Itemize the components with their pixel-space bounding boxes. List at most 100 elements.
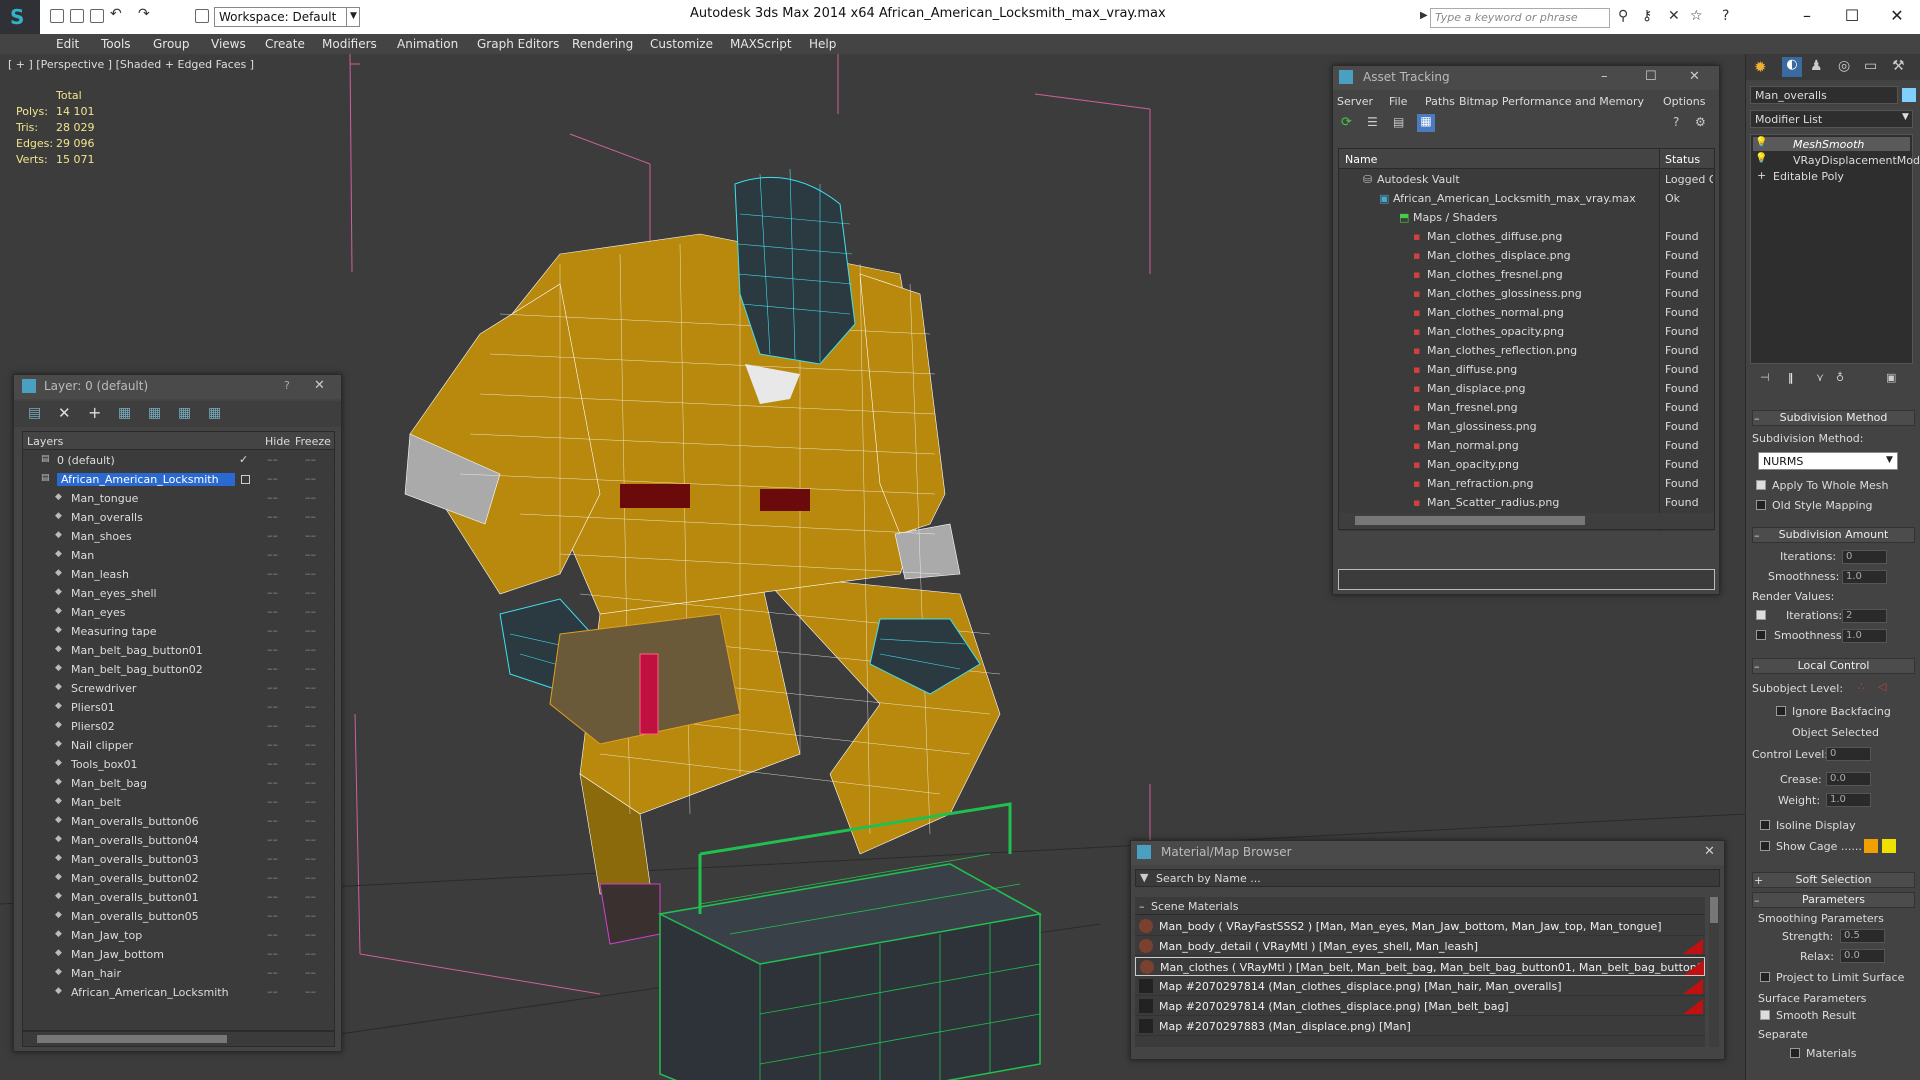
material-row[interactable]: Man_clothes ( VRayMtl ) [Man_belt, Man_b… (1135, 957, 1705, 976)
delete-icon[interactable]: ✕ (58, 404, 71, 422)
show-end-result-icon[interactable]: ‖ (1788, 371, 1794, 384)
list-view-icon[interactable]: ☰ (1367, 115, 1378, 129)
ignore-backfacing-checkbox[interactable] (1776, 706, 1786, 716)
asset-row[interactable]: ▪ Man_refraction.png Found (1339, 474, 1714, 493)
hide-toggle[interactable]: –– (267, 814, 278, 827)
layer-row[interactable]: ◆ Man_overalls_button06 –– –– (23, 812, 334, 831)
asset-row[interactable]: ▪ Man_clothes_displace.png Found (1339, 246, 1714, 265)
separate-materials-checkbox[interactable] (1790, 1048, 1800, 1058)
create-tab-icon[interactable]: ✹ (1754, 58, 1767, 76)
asset-row[interactable]: ▪ Man_Scatter_radius.png Found (1339, 493, 1714, 512)
rollout-subdivision-amount[interactable]: Subdivision Amount (1752, 527, 1915, 543)
cage-color-swatch[interactable] (1864, 839, 1878, 853)
menu-graph-editors[interactable]: Graph Editors (477, 37, 559, 51)
modify-tab-icon[interactable]: ◐ (1782, 57, 1802, 77)
rollout-soft-selection[interactable]: Soft Selection (1752, 872, 1915, 888)
hide-toggle[interactable]: –– (267, 871, 278, 884)
hide-toggle[interactable]: –– (267, 947, 278, 960)
hide-toggle[interactable]: –– (267, 719, 278, 732)
layer-row[interactable]: ◆ Measuring tape –– –– (23, 622, 334, 641)
modifier-list-dropdown[interactable]: Modifier List (1750, 110, 1913, 128)
asset-row[interactable]: ▪ Man_clothes_glossiness.png Found (1339, 284, 1714, 303)
save-file-icon[interactable] (90, 9, 104, 23)
col-status[interactable]: Status (1665, 153, 1700, 166)
hide-toggle[interactable]: –– (267, 890, 278, 903)
asset-row[interactable]: ⬒ Maps / Shaders (1339, 208, 1714, 227)
layer-row[interactable]: ◆ Man_leash –– –– (23, 565, 334, 584)
maximize-icon[interactable]: ☐ (1645, 69, 1657, 84)
subdivision-method-dropdown[interactable]: NURMS (1758, 452, 1898, 470)
stack-item-vray-displacement[interactable]: 💡 VRayDisplacementMod (1753, 153, 1920, 167)
tree-view-icon[interactable]: ▤ (1393, 115, 1404, 129)
freeze-toggle[interactable]: –– (305, 548, 316, 561)
hide-toggle[interactable]: –– (267, 852, 278, 865)
render-iterations-checkbox[interactable] (1756, 610, 1766, 620)
object-name-field[interactable]: Man_overalls (1750, 86, 1898, 104)
select-objects-icon[interactable]: ▦ (118, 405, 131, 421)
render-iterations-spinner[interactable]: 2 (1842, 609, 1887, 623)
hide-toggle[interactable]: –– (267, 909, 278, 922)
iterations-spinner[interactable]: 0 (1842, 550, 1887, 564)
hide-toggle[interactable]: –– (267, 453, 278, 466)
layer-row[interactable]: ◆ Man_Jaw_bottom –– –– (23, 945, 334, 964)
freeze-toggle[interactable]: –– (305, 871, 316, 884)
relax-spinner[interactable]: 0.0 (1840, 949, 1885, 963)
layer-row[interactable]: ◆ Man_Jaw_top –– –– (23, 926, 334, 945)
layer-row[interactable]: ◆ Man_belt –– –– (23, 793, 334, 812)
layer-row[interactable]: ◆ Man_eyes_shell –– –– (23, 584, 334, 603)
freeze-toggle[interactable]: –– (305, 795, 316, 808)
chevron-down-icon[interactable]: ▼ (1886, 455, 1893, 465)
menu-options[interactable]: Options (1663, 95, 1705, 108)
vertical-scrollbar[interactable] (1709, 897, 1719, 1047)
hide-all-icon[interactable]: ▦ (178, 405, 191, 421)
material-row[interactable]: Map #2070297814 (Man_clothes_displace.pn… (1135, 997, 1705, 1016)
render-smoothness-spinner[interactable]: 1.0 (1842, 629, 1887, 643)
freeze-toggle[interactable]: –– (305, 681, 316, 694)
edge-level-icon[interactable]: ◁ (1878, 680, 1886, 693)
material-browser-title[interactable]: Material/Map Browser (1131, 841, 1724, 865)
refresh-icon[interactable]: ⟳ (1341, 115, 1352, 130)
hide-toggle[interactable]: –– (267, 738, 278, 751)
layer-row[interactable]: ◆ Man_overalls_button03 –– –– (23, 850, 334, 869)
menu-help[interactable]: Help (809, 37, 836, 51)
utilities-tab-icon[interactable]: ⚒ (1892, 58, 1905, 74)
freeze-toggle[interactable]: –– (305, 947, 316, 960)
layer-row[interactable]: ◆ Pliers02 –– –– (23, 717, 334, 736)
hide-toggle[interactable]: –– (267, 700, 278, 713)
freeze-toggle[interactable]: –– (305, 909, 316, 922)
freeze-toggle[interactable]: –– (305, 776, 316, 789)
asset-row[interactable]: ▪ Man_clothes_diffuse.png Found (1339, 227, 1714, 246)
render-smoothness-checkbox[interactable] (1756, 630, 1766, 640)
help-icon[interactable]: ? (1722, 8, 1729, 24)
layer-row[interactable]: ◆ Man_eyes –– –– (23, 603, 334, 622)
hide-toggle[interactable]: –– (267, 662, 278, 675)
freeze-toggle[interactable]: –– (305, 719, 316, 732)
menu-bitmap-performance[interactable]: Bitmap Performance and Memory (1459, 95, 1644, 108)
hide-toggle[interactable]: –– (267, 985, 278, 998)
hide-toggle[interactable]: –– (267, 795, 278, 808)
stack-item-editable-poly[interactable]: + Editable Poly (1753, 169, 1910, 183)
hide-toggle[interactable]: –– (267, 833, 278, 846)
layer-row[interactable]: ◆ Pliers01 –– –– (23, 698, 334, 717)
menu-animation[interactable]: Animation (397, 37, 458, 51)
hide-toggle[interactable]: –– (267, 928, 278, 941)
layer-row[interactable]: ◆ African_American_Locksmith –– –– (23, 983, 334, 1002)
hide-toggle[interactable]: –– (267, 472, 278, 485)
freeze-toggle[interactable]: –– (305, 966, 316, 979)
open-file-icon[interactable] (70, 9, 84, 23)
hide-toggle[interactable]: –– (267, 624, 278, 637)
horizontal-scrollbar[interactable] (1339, 513, 1714, 529)
maximize-icon[interactable]: ☐ (1832, 2, 1872, 30)
material-row[interactable]: Map #2070297883 (Man_displace.png) [Man] (1135, 1017, 1705, 1036)
material-row[interactable]: Map #2070297814 (Man_clothes_displace.pn… (1135, 977, 1705, 996)
layer-row[interactable]: ◆ Man_overalls_button01 –– –– (23, 888, 334, 907)
layer-row[interactable]: ◆ Man_hair –– –– (23, 964, 334, 983)
asset-row[interactable]: ▪ Man_normal.png Found (1339, 436, 1714, 455)
set-current-layer-icon[interactable] (241, 475, 250, 484)
remove-modifier-icon[interactable]: ♁ (1836, 371, 1844, 384)
asset-path-field[interactable] (1338, 569, 1715, 590)
hide-toggle[interactable]: –– (267, 966, 278, 979)
freeze-toggle[interactable]: –– (305, 814, 316, 827)
search-input[interactable]: Type a keyword or phrase (1430, 8, 1610, 28)
layer-row[interactable]: ◆ Man_tongue –– –– (23, 489, 334, 508)
